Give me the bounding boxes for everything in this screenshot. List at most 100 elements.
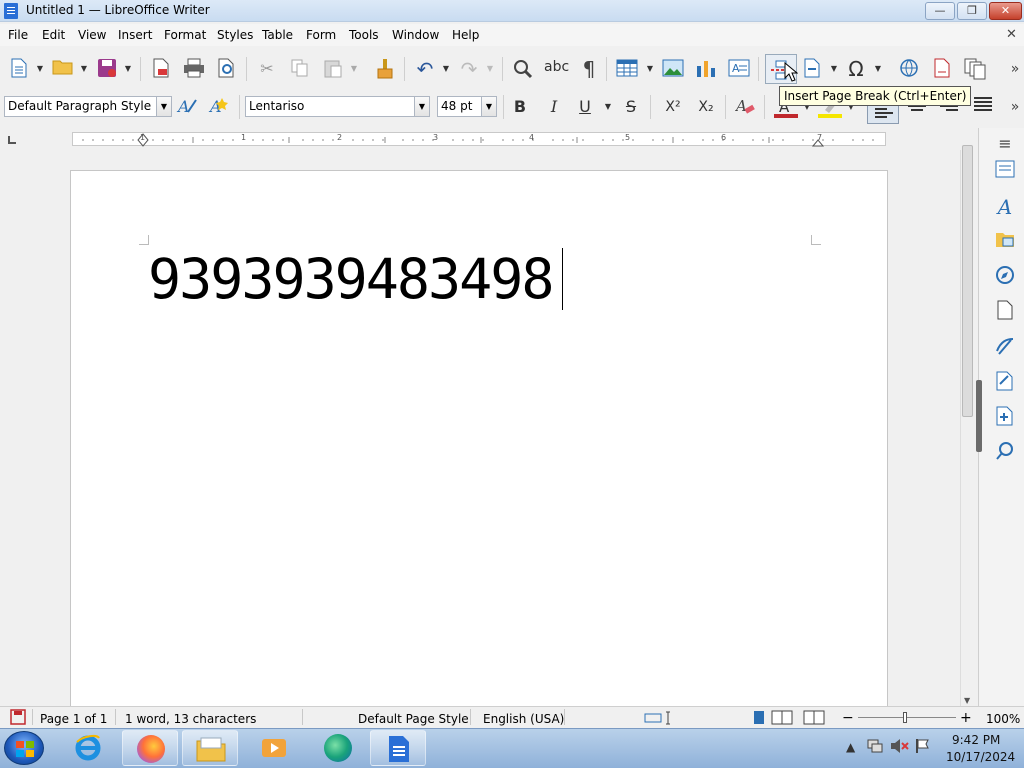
chevron-down-icon[interactable]: ▼ xyxy=(414,97,429,116)
taskbar-internet-explorer[interactable] xyxy=(66,732,110,764)
insert-table-icon[interactable] xyxy=(616,58,638,80)
network-icon[interactable] xyxy=(866,738,884,754)
menu-window[interactable]: Window xyxy=(392,28,439,42)
toolbar-overflow-icon[interactable]: » xyxy=(1004,58,1024,80)
chevron-down-icon[interactable]: ▼ xyxy=(481,97,496,116)
font-name-combo[interactable]: Lentariso ▼ xyxy=(245,96,430,117)
underline-button[interactable]: U xyxy=(574,96,596,118)
open-dropdown-arrow[interactable]: ▼ xyxy=(80,58,88,80)
language[interactable]: English (USA) xyxy=(483,712,564,726)
tab-stop-selector[interactable] xyxy=(8,136,16,144)
save-dropdown-arrow[interactable]: ▼ xyxy=(124,58,132,80)
menu-view[interactable]: View xyxy=(78,28,106,42)
toolbar-overflow-icon[interactable]: » xyxy=(1004,96,1024,118)
menu-table[interactable]: Table xyxy=(262,28,293,42)
spelling-icon[interactable]: abc xyxy=(544,56,569,78)
strikethrough-button[interactable]: S xyxy=(620,96,642,118)
styles-icon[interactable]: A xyxy=(993,195,1017,219)
minimize-button[interactable]: — xyxy=(925,2,955,20)
volume-muted-icon[interactable] xyxy=(890,738,910,754)
redo-icon[interactable]: ↷ xyxy=(458,58,480,80)
superscript-button[interactable]: X² xyxy=(662,96,684,118)
page-icon[interactable] xyxy=(993,300,1017,324)
taskbar-media-player[interactable] xyxy=(252,732,296,764)
open-folder-icon[interactable] xyxy=(52,58,74,80)
horizontal-ruler[interactable]: 1 1 2 3 4 5 6 7 xyxy=(72,132,886,147)
bold-button[interactable]: B xyxy=(509,96,531,118)
redo-dropdown-arrow[interactable]: ▼ xyxy=(486,58,494,80)
new-style-icon[interactable]: A xyxy=(208,96,230,118)
taskbar-libreoffice-writer[interactable] xyxy=(370,730,426,766)
sidebar-menu-icon[interactable]: ≡ xyxy=(993,132,1017,156)
menu-edit[interactable]: Edit xyxy=(42,28,65,42)
start-button[interactable] xyxy=(4,731,44,765)
zoom-out-icon[interactable]: − xyxy=(842,710,854,726)
close-window-button[interactable]: ✕ xyxy=(989,2,1022,20)
insert-textbox-icon[interactable]: A xyxy=(728,58,750,80)
zoom-level[interactable]: 100% xyxy=(986,712,1020,726)
clock-date[interactable]: 10/17/2024 xyxy=(946,750,1015,764)
selection-mode-icon[interactable] xyxy=(644,711,678,725)
insert-image-icon[interactable] xyxy=(662,58,684,80)
page-style[interactable]: Default Page Style xyxy=(358,712,469,726)
page-count[interactable]: Page 1 of 1 xyxy=(40,712,107,726)
menu-form[interactable]: Form xyxy=(306,28,336,42)
word-count[interactable]: 1 word, 13 characters xyxy=(125,712,256,726)
insert-chart-icon[interactable] xyxy=(695,58,717,80)
menu-tools[interactable]: Tools xyxy=(349,28,379,42)
chevron-down-icon[interactable]: ▼ xyxy=(156,97,171,116)
properties-icon[interactable] xyxy=(993,160,1017,184)
print-icon[interactable] xyxy=(183,58,205,80)
formatting-marks-icon[interactable]: ¶ xyxy=(578,58,600,80)
footnote-icon[interactable] xyxy=(931,58,953,80)
manage-changes-icon[interactable] xyxy=(993,371,1017,395)
scroll-down-arrow-icon[interactable]: ▼ xyxy=(964,696,970,705)
paste-icon[interactable] xyxy=(322,58,344,80)
italic-button[interactable]: I xyxy=(543,96,565,118)
subscript-button[interactable]: X₂ xyxy=(695,96,717,118)
gallery-icon[interactable] xyxy=(993,230,1017,254)
document-modified-icon[interactable] xyxy=(10,709,26,725)
insert-field-icon[interactable] xyxy=(802,58,824,80)
navigator-icon[interactable] xyxy=(993,265,1017,289)
scrollbar-thumb[interactable] xyxy=(962,145,973,417)
export-pdf-icon[interactable] xyxy=(150,58,172,80)
underline-dropdown-arrow[interactable]: ▼ xyxy=(604,96,612,118)
update-style-icon[interactable]: A xyxy=(176,96,198,118)
design-icon[interactable] xyxy=(993,406,1017,430)
field-dropdown-arrow[interactable]: ▼ xyxy=(830,58,838,80)
menu-styles[interactable]: Styles xyxy=(217,28,253,42)
menu-insert[interactable]: Insert xyxy=(118,28,152,42)
undo-dropdown-arrow[interactable]: ▼ xyxy=(442,58,450,80)
find-icon[interactable] xyxy=(993,441,1017,465)
find-replace-icon[interactable] xyxy=(512,58,534,80)
tray-expand-icon[interactable]: ▲ xyxy=(846,740,855,754)
paste-dropdown-arrow[interactable]: ▼ xyxy=(350,58,358,80)
undo-icon[interactable]: ↶ xyxy=(414,58,436,80)
close-document-button[interactable]: ✕ xyxy=(1006,27,1017,42)
justify-icon[interactable] xyxy=(972,96,994,118)
document-text[interactable]: 9393939483498 xyxy=(148,248,554,310)
save-icon[interactable] xyxy=(96,58,118,80)
taskbar-edge[interactable] xyxy=(316,732,360,764)
zoom-in-icon[interactable]: + xyxy=(960,710,972,726)
special-character-icon[interactable]: Ω xyxy=(845,58,867,80)
hyperlink-icon[interactable] xyxy=(898,58,920,80)
track-changes-icon[interactable] xyxy=(964,58,986,80)
action-center-flag-icon[interactable] xyxy=(914,738,932,754)
clock-time[interactable]: 9:42 PM xyxy=(952,733,1000,747)
taskbar-firefox[interactable] xyxy=(122,730,178,766)
font-size-combo[interactable]: 48 pt ▼ xyxy=(437,96,497,117)
sidebar-collapse-handle[interactable] xyxy=(976,380,982,452)
new-dropdown-arrow[interactable]: ▼ xyxy=(36,58,44,80)
menu-format[interactable]: Format xyxy=(164,28,206,42)
copy-icon[interactable] xyxy=(289,58,311,80)
clear-formatting-icon[interactable]: A xyxy=(734,96,756,118)
menu-file[interactable]: File xyxy=(8,28,28,42)
menu-help[interactable]: Help xyxy=(452,28,479,42)
cut-icon[interactable]: ✂ xyxy=(256,58,278,80)
zoom-slider[interactable] xyxy=(858,717,956,718)
table-dropdown-arrow[interactable]: ▼ xyxy=(646,58,654,80)
new-document-icon[interactable] xyxy=(8,58,30,80)
clone-formatting-icon[interactable] xyxy=(374,58,396,80)
